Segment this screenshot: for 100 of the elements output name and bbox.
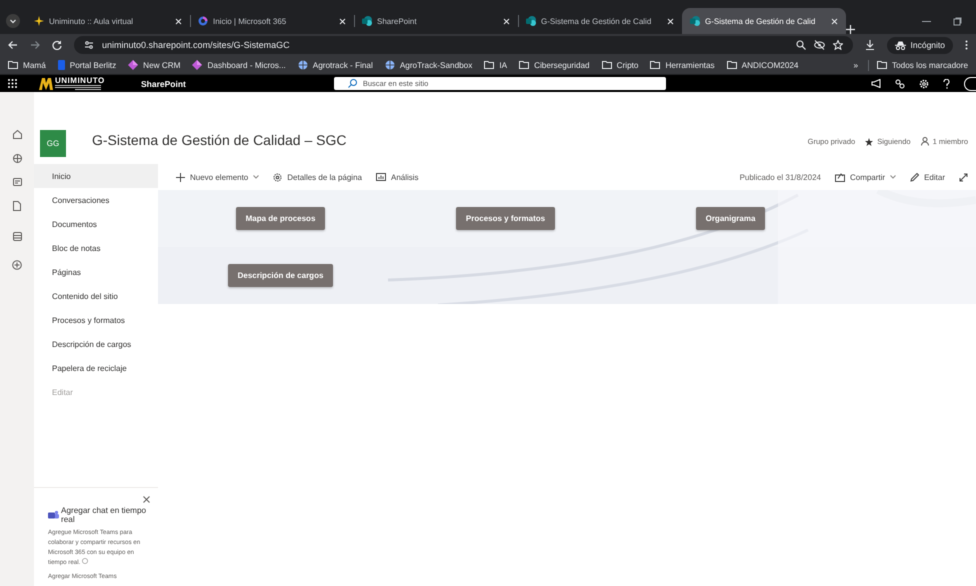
sharepoint-icon (690, 16, 700, 26)
command-button[interactable]: Análisis (376, 172, 419, 182)
incognito-icon (894, 40, 906, 50)
globe-icon[interactable] (12, 154, 22, 163)
download-icon[interactable] (864, 40, 874, 50)
folder-icon (519, 61, 530, 69)
browser-tab[interactable]: Uniminuto :: Aula virtual (26, 8, 190, 34)
bookmark[interactable]: Herramientas (646, 60, 719, 70)
folder-icon (726, 61, 737, 69)
logo-name: UNIMINUTO (55, 77, 105, 85)
bookmark[interactable]: AgroTrack-Sandbox (380, 60, 476, 70)
folder-icon (484, 61, 494, 69)
bookmark[interactable]: New CRM (124, 60, 184, 70)
link-button[interactable]: Mapa de procesos (236, 207, 326, 230)
command-button[interactable]: Editar (910, 172, 945, 182)
share-icon (834, 172, 845, 182)
command-button[interactable]: Compartir (834, 172, 896, 182)
globe-icon (298, 60, 308, 70)
published-date: Publicado el 31/8/2024 (740, 172, 821, 182)
list-icon[interactable] (12, 232, 22, 241)
chevron-down-icon (890, 175, 896, 179)
nav-item[interactable]: Documentos (34, 212, 158, 236)
reload-icon[interactable] (52, 40, 62, 50)
browser-tab[interactable]: SharePoint (354, 8, 518, 34)
folder-icon (8, 61, 18, 69)
bookmark[interactable]: Agrotrack - Final (294, 60, 377, 70)
incognito-button[interactable]: Incógnito (886, 36, 953, 54)
forward-icon (30, 40, 40, 50)
bookmark-icon (58, 60, 65, 70)
share-icon[interactable] (895, 78, 905, 88)
nav-item[interactable]: Conversaciones (34, 188, 158, 212)
new-tab-icon[interactable] (846, 25, 855, 34)
tab-search-icon[interactable] (6, 14, 20, 28)
search-icon (348, 79, 357, 88)
add-icon[interactable] (12, 260, 22, 270)
link-button[interactable]: Procesos y formatos (456, 207, 556, 230)
folder-icon (602, 61, 612, 69)
bookmark[interactable]: ANDICOM2024 (722, 60, 802, 70)
browser-tab[interactable]: G-Sistema de Gestión de Calid (682, 8, 846, 34)
globe-icon (384, 60, 395, 70)
nav-item[interactable]: Contenido del sitio (34, 284, 158, 308)
pinwheel-icon (34, 16, 44, 26)
command-button[interactable]: Nuevo elemento (176, 172, 260, 182)
nav-item[interactable]: Bloc de notas (34, 236, 158, 260)
command-button[interactable]: Detalles de la página (273, 172, 362, 182)
diamond-icon (192, 60, 202, 70)
logo-tagline-drawing (55, 85, 101, 90)
file-icon[interactable] (13, 201, 21, 211)
nav-item[interactable]: Papelera de reciclaje (34, 356, 158, 380)
app-launcher-icon[interactable] (8, 79, 17, 88)
more-bookmarks-button[interactable]: » (847, 60, 864, 70)
bookmark[interactable]: IA (480, 60, 512, 70)
info-icon (82, 558, 88, 564)
close-icon[interactable] (143, 496, 150, 503)
pencil-icon (910, 172, 920, 182)
bookmark[interactable]: Portal Berlitz (54, 60, 120, 70)
chart-icon (376, 173, 386, 181)
link-button[interactable]: Organigrama (696, 207, 766, 230)
folder-icon (877, 61, 887, 69)
site-info-icon[interactable] (84, 40, 94, 50)
help-icon[interactable] (943, 78, 950, 88)
site-logo[interactable]: GG (40, 130, 66, 157)
star-icon[interactable] (832, 40, 842, 50)
home-icon[interactable] (12, 130, 22, 139)
nav-item[interactable]: Procesos y formatos (34, 308, 158, 332)
browser-tab[interactable]: Inicio | Microsoft 365 (190, 8, 354, 34)
person-icon (920, 137, 929, 146)
zoom-icon[interactable] (796, 40, 806, 50)
address-bar[interactable]: uniminuto0.sharepoint.com/sites/G-SistemaGC (74, 36, 852, 54)
expand-icon[interactable] (959, 172, 968, 182)
avatar[interactable] (964, 76, 976, 90)
nav-item[interactable]: Páginas (34, 260, 158, 284)
nav-item[interactable]: Inicio (34, 164, 158, 188)
settings-icon[interactable] (919, 78, 929, 88)
all-bookmarks-folder[interactable]: Todos los marcadore (873, 60, 972, 70)
bookmark[interactable]: Cripto (598, 60, 642, 70)
site-title[interactable]: G-Sistema de Gestión de Calidad – SGC (92, 132, 346, 148)
teams-icon (48, 510, 59, 519)
bookmark[interactable]: Mamá (4, 60, 50, 70)
chevron-down-icon (253, 175, 260, 179)
link-button[interactable]: Descripción de cargos (228, 264, 334, 287)
diamond-icon (128, 60, 138, 70)
bookmark[interactable]: Ciberseguridad (515, 60, 594, 70)
news-icon[interactable] (12, 178, 22, 186)
app-name[interactable]: SharePoint (141, 78, 186, 88)
back-icon[interactable] (8, 40, 18, 50)
browser-tab[interactable]: G-Sistema de Gestión de Calid (518, 8, 682, 34)
logo-mark-icon (39, 78, 53, 90)
restore-icon[interactable] (953, 16, 962, 26)
megaphone-icon[interactable] (871, 79, 881, 88)
nav-item[interactable]: Descripción de cargos (34, 332, 158, 356)
bookmark[interactable]: Dashboard - Micros... (188, 60, 290, 70)
teams-title: Agregar chat en tiempo real (61, 506, 148, 526)
plus-icon (176, 172, 185, 182)
app-icon (198, 16, 208, 26)
sharepoint-icon (526, 16, 536, 26)
settings-icon (273, 172, 282, 182)
star-icon (865, 138, 874, 146)
eye-off-icon[interactable] (814, 40, 824, 50)
menu-icon[interactable] (965, 40, 968, 50)
